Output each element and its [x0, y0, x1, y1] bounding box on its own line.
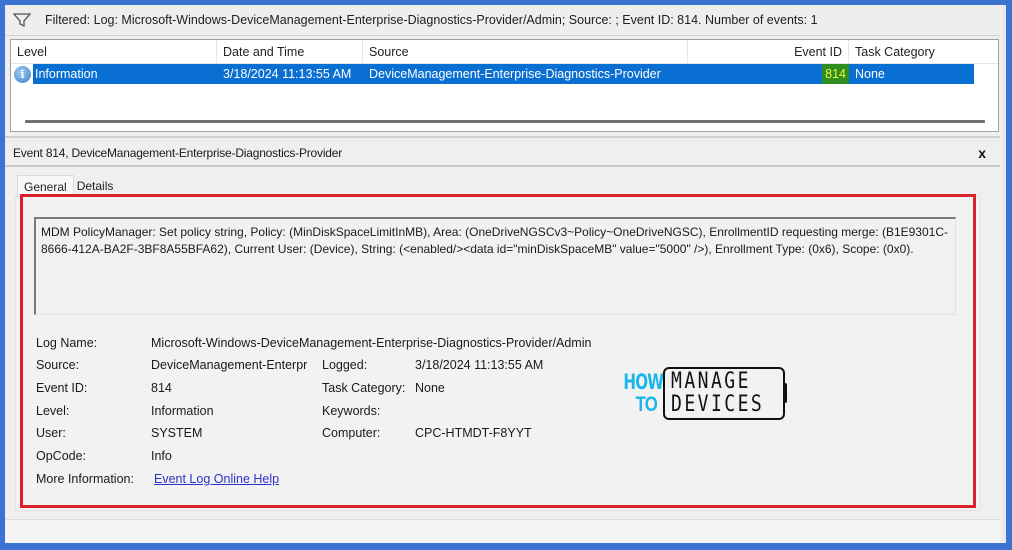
event-row-selected[interactable]: i Information 3/18/2024 11:13:55 AM Devi… [11, 64, 998, 84]
event-date-time: 3/18/2024 11:13:55 AM [217, 64, 363, 84]
event-detail-title: Event 814, DeviceManagement-Enterprise-D… [13, 146, 343, 160]
event-id-cell: 814 [688, 64, 849, 84]
event-level: Information [33, 64, 217, 84]
column-header-task-category[interactable]: Task Category [849, 40, 974, 64]
info-icon: i [14, 65, 31, 83]
event-list-header: Level Date and Time Source Event ID Task… [11, 40, 998, 64]
pane-splitter[interactable] [5, 136, 1000, 138]
event-source: DeviceManagement-Enterprise-Diagnostics-… [363, 64, 688, 84]
status-strip [5, 519, 1000, 543]
event-viewer-window: Filtered: Log: Microsoft-Windows-DeviceM… [5, 5, 1006, 543]
event-task-category: None [849, 64, 974, 84]
column-header-date-time[interactable]: Date and Time [217, 40, 363, 64]
column-header-source[interactable]: Source [363, 40, 688, 64]
highlight-annotation-box [20, 194, 976, 508]
event-id-badge: 814 [822, 64, 849, 84]
column-header-event-id[interactable]: Event ID [688, 40, 849, 64]
horizontal-scrollbar[interactable] [25, 120, 985, 123]
column-header-level[interactable]: Level [11, 40, 217, 64]
vertical-scrollbar[interactable] [1000, 5, 1003, 543]
event-detail-header: Event 814, DeviceManagement-Enterprise-D… [5, 141, 1000, 167]
filter-bar: Filtered: Log: Microsoft-Windows-DeviceM… [5, 5, 1000, 36]
event-list[interactable]: Level Date and Time Source Event ID Task… [10, 39, 999, 132]
filter-description: Filtered: Log: Microsoft-Windows-DeviceM… [45, 13, 818, 27]
filter-icon [13, 13, 31, 28]
close-icon[interactable]: x [978, 145, 986, 161]
event-level-cell: i Information [11, 64, 217, 84]
